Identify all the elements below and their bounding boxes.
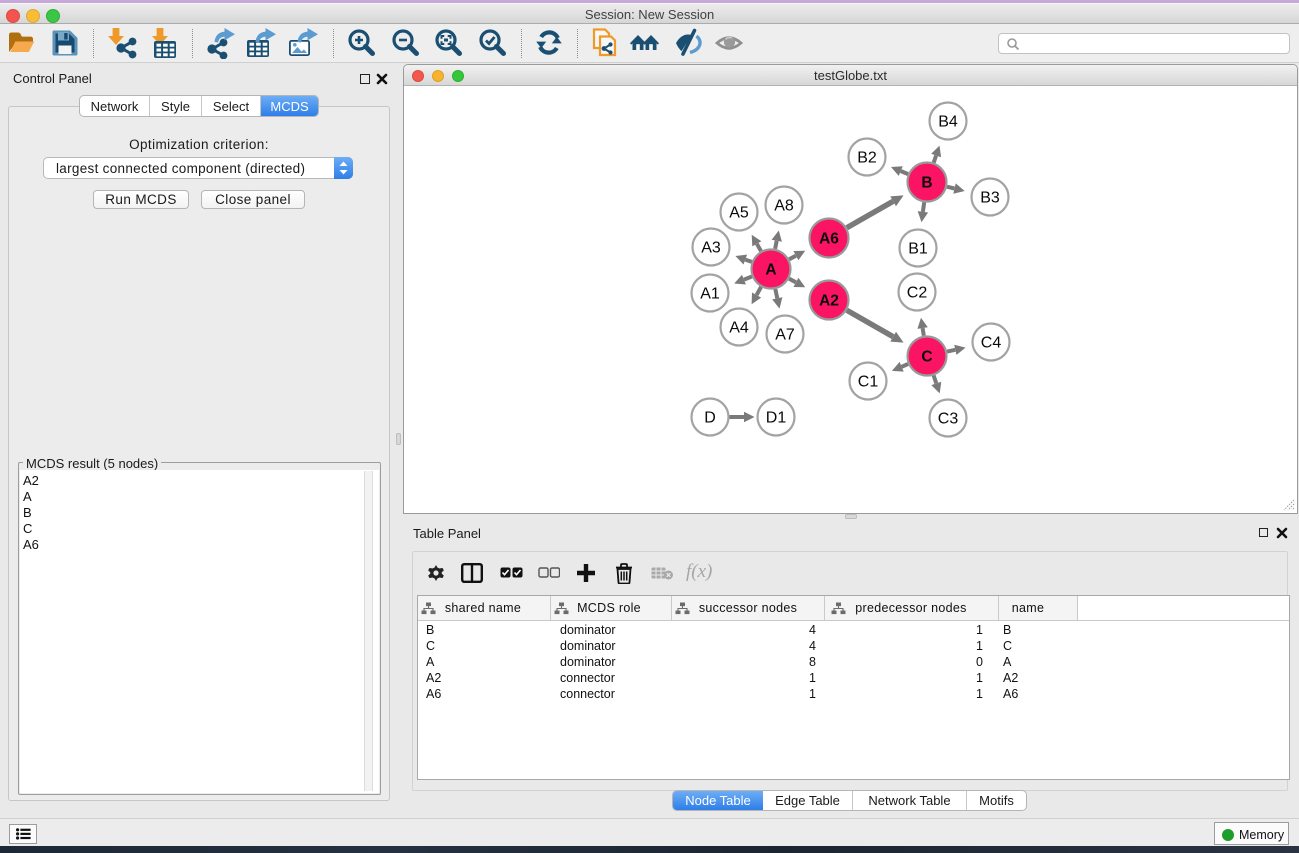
svg-text:A6: A6 [819,231,839,248]
svg-text:B3: B3 [980,190,1000,207]
svg-text:A8: A8 [774,198,794,215]
svg-text:A2: A2 [819,293,839,310]
svg-text:A5: A5 [729,205,749,222]
svg-text:A4: A4 [729,320,749,337]
svg-text:D1: D1 [766,410,787,427]
svg-text:C2: C2 [907,285,928,302]
svg-text:B4: B4 [938,114,958,131]
svg-text:B: B [921,175,932,192]
svg-text:C1: C1 [858,374,879,391]
svg-text:A3: A3 [701,240,721,257]
svg-text:A: A [765,262,776,279]
svg-text:D: D [704,410,716,427]
svg-text:A1: A1 [700,286,720,303]
svg-text:C3: C3 [938,411,959,428]
svg-text:B1: B1 [908,241,928,258]
svg-text:C: C [921,349,932,366]
svg-text:C4: C4 [981,335,1002,352]
svg-text:A7: A7 [775,327,795,344]
svg-text:B2: B2 [857,150,877,167]
